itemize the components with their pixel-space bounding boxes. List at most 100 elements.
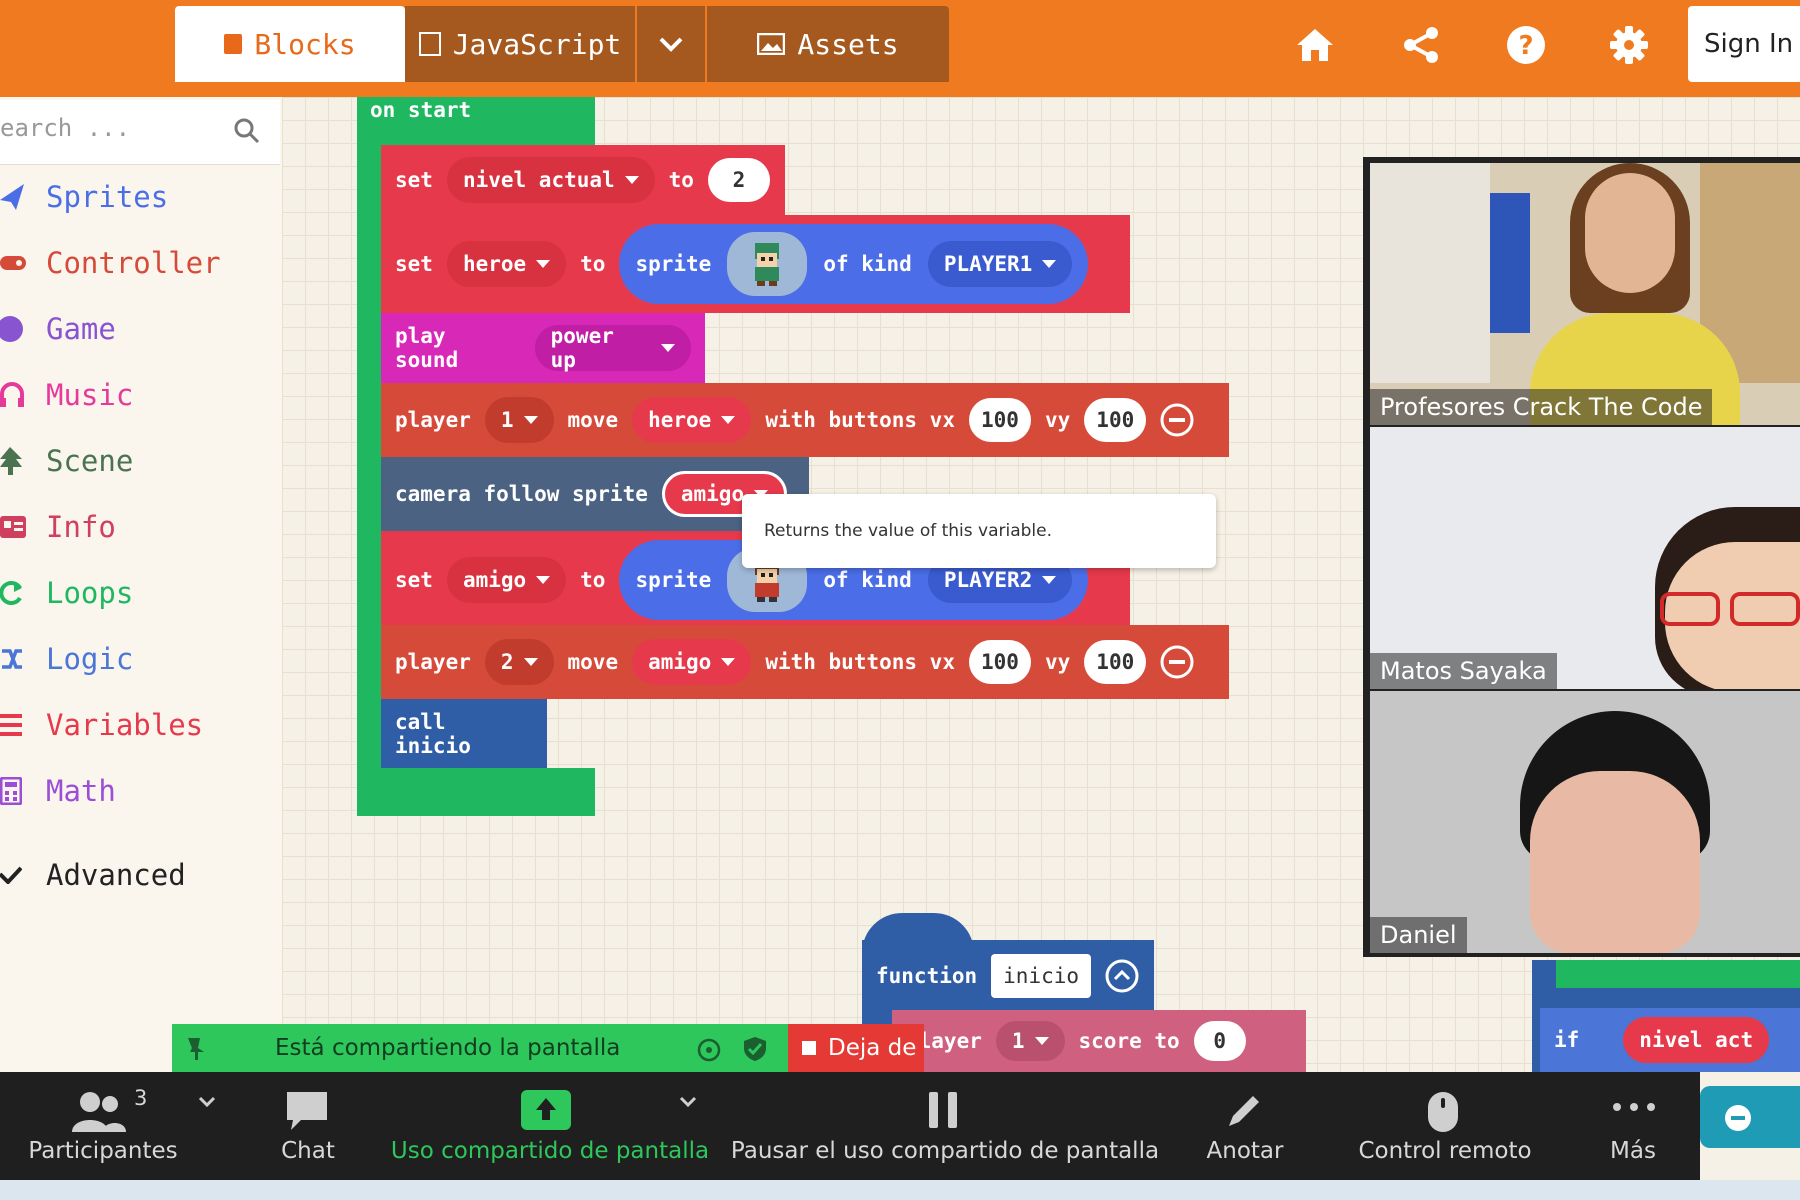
play-sound-block[interactable]: play sound power up — [381, 313, 705, 383]
tab-javascript-label: JavaScript — [452, 27, 622, 61]
home-icon — [1297, 29, 1333, 61]
stop-sharing-button[interactable]: Deja de — [788, 1024, 924, 1072]
language-dropdown[interactable] — [637, 6, 705, 82]
more-icon — [1613, 1103, 1655, 1111]
category-sprites[interactable]: Sprites — [0, 172, 168, 222]
controller-move-block[interactable]: player 2 move amigo with buttons vx 100 … — [381, 625, 1229, 699]
category-label: Info — [46, 510, 116, 544]
minus-circle-icon[interactable] — [1160, 403, 1194, 437]
vy-input[interactable]: 100 — [1084, 640, 1147, 684]
video-tile-student-1[interactable]: Matos Sayaka — [1370, 427, 1800, 689]
on-start-footer — [357, 768, 595, 816]
block-keyword: set — [395, 568, 433, 592]
sound-dropdown[interactable]: power up — [534, 324, 691, 372]
tab-blocks[interactable]: Blocks — [175, 6, 405, 82]
help-button[interactable]: ? — [1503, 22, 1549, 68]
if-parent-block — [1556, 960, 1800, 988]
block-keyword: sprite — [635, 252, 712, 276]
category-game[interactable]: Game — [0, 304, 116, 354]
glasses — [1730, 592, 1800, 626]
chevron-down-icon — [659, 37, 683, 52]
stop-square-icon — [802, 1041, 816, 1055]
block-keyword: player — [395, 650, 471, 674]
on-start-body — [357, 140, 381, 770]
gear-icon — [1610, 26, 1648, 64]
block-keyword: play sound — [395, 324, 459, 372]
block-keyword: vy — [1044, 408, 1071, 432]
block-keyword: move — [567, 650, 619, 674]
controller-move-block[interactable]: player 1 move heroe with buttons vx 100 … — [381, 383, 1229, 457]
participants-count: 3 — [134, 1086, 148, 1110]
sprite-variable-dropdown[interactable]: heroe — [632, 397, 752, 443]
category-advanced[interactable]: Advanced — [0, 850, 186, 900]
category-loops[interactable]: Loops — [0, 568, 133, 618]
sign-in-button[interactable]: Sign In — [1688, 6, 1800, 82]
number-input[interactable]: 2 — [707, 158, 770, 202]
variable-dropdown[interactable]: heroe — [446, 241, 567, 287]
share-button[interactable] — [1398, 22, 1444, 68]
if-block[interactable]: if nivel act — [1540, 1008, 1800, 1072]
toolbar-label: Más — [1610, 1138, 1656, 1164]
shield-check-icon[interactable] — [743, 1036, 767, 1062]
video-tile-student-2[interactable]: Daniel — [1370, 691, 1800, 953]
variable-tooltip: Returns the value of this variable. — [742, 494, 1216, 568]
help-icon: ? — [1507, 26, 1545, 64]
function-block[interactable]: function inicio — [862, 940, 1154, 1012]
search-icon[interactable] — [234, 118, 260, 144]
player-dropdown[interactable]: 1 — [995, 1021, 1065, 1061]
minus-circle-icon[interactable] — [1160, 645, 1194, 679]
variable-dropdown[interactable]: nivel actual — [446, 157, 655, 203]
video-tile-teacher[interactable]: Profesores Crack The Code — [1370, 163, 1800, 425]
dropdown-arrow-icon — [1042, 576, 1057, 584]
more-button[interactable]: Más — [1598, 1080, 1668, 1176]
category-controller[interactable]: Controller — [0, 238, 221, 288]
sprite-create-block[interactable]: sprite of kind PLAYER1 — [619, 224, 1089, 304]
chevron-up-icon[interactable] — [198, 1096, 216, 1108]
player-dropdown[interactable]: 1 — [484, 397, 554, 443]
category-info[interactable]: Info — [0, 502, 116, 552]
player-dropdown[interactable]: 2 — [484, 639, 554, 685]
toolbar-label: Pausar el uso compartido de pantalla — [730, 1138, 1160, 1164]
chevron-up-icon[interactable] — [679, 1096, 697, 1108]
home-button[interactable] — [1292, 22, 1338, 68]
set-variable-block[interactable]: set nivel actual to 2 — [381, 145, 785, 215]
category-variables[interactable]: Variables — [0, 700, 203, 750]
score-input[interactable]: 0 — [1193, 1021, 1246, 1061]
toolbar-label: Uso compartido de pantalla — [390, 1138, 710, 1164]
category-scene[interactable]: Scene — [0, 436, 133, 486]
category-label: Loops — [46, 576, 134, 610]
sprite-image-picker[interactable] — [727, 232, 808, 296]
block-keyword: of kind — [823, 568, 912, 592]
participant-name: Matos Sayaka — [1370, 653, 1557, 689]
sharing-message: Está compartiendo la pantalla — [275, 1035, 621, 1061]
vy-input[interactable]: 100 — [1084, 398, 1147, 442]
set-sprite-block[interactable]: set heroe to sprite of kind PLAYER1 — [381, 215, 1130, 313]
function-name-input[interactable]: inicio — [991, 954, 1092, 998]
sound-name: power up — [550, 324, 614, 372]
search-input[interactable]: earch ... — [0, 114, 130, 142]
block-keyword: to — [580, 252, 606, 276]
face — [1585, 173, 1675, 293]
sprite-variable-dropdown[interactable]: amigo — [632, 639, 752, 685]
category-logic[interactable]: Logic — [0, 634, 133, 684]
call-function-block[interactable]: call inicio — [381, 699, 547, 768]
vx-input[interactable]: 100 — [968, 640, 1031, 684]
variable-reporter[interactable]: nivel act — [1623, 1017, 1770, 1063]
toolbar-label: Participantes — [28, 1138, 178, 1164]
category-math[interactable]: Math — [0, 766, 116, 816]
variable-dropdown[interactable]: amigo — [446, 557, 567, 603]
settings-button[interactable] — [1606, 22, 1652, 68]
set-score-block[interactable]: player 1 score to 0 — [892, 1010, 1306, 1072]
vx-input[interactable]: 100 — [968, 398, 1031, 442]
tab-assets[interactable]: Assets — [707, 6, 949, 82]
chevron-down-icon — [0, 866, 22, 884]
mouse-icon — [1428, 1092, 1458, 1132]
tab-javascript[interactable]: JavaScript — [405, 6, 635, 82]
info-circle-icon[interactable] — [697, 1038, 721, 1062]
player-number: 2 — [500, 650, 514, 674]
category-music[interactable]: Music — [0, 370, 133, 420]
kind-dropdown[interactable]: PLAYER1 — [927, 241, 1073, 287]
collapse-icon[interactable] — [1105, 959, 1139, 993]
pin-icon[interactable] — [186, 1036, 206, 1060]
minus-circle-icon — [1725, 1105, 1751, 1131]
